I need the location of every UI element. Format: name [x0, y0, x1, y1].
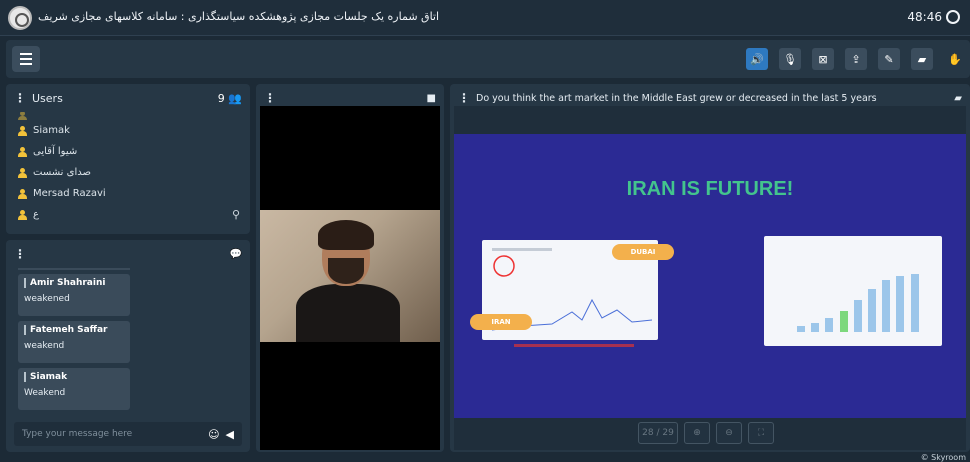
slide-chart-bar	[839, 310, 848, 332]
chat-message-input[interactable]	[22, 429, 203, 439]
zoom-out-button[interactable]: ⊖	[716, 422, 742, 444]
mic-off-icon[interactable]: 🎙	[779, 48, 801, 70]
user-item[interactable]: Siamak	[18, 120, 240, 141]
users-count: 9 👥	[217, 91, 242, 105]
webcam-feed	[260, 210, 440, 342]
slide-title: IRAN IS FUTURE!	[626, 178, 794, 200]
chat-message-author: Amir Shahraini	[24, 278, 124, 288]
folder-icon[interactable]: ▰	[954, 93, 962, 104]
chat-panel-header: ⋮ 💬	[14, 246, 242, 262]
pen-icon[interactable]: ✎	[878, 48, 900, 70]
user-name: Siamak	[33, 125, 70, 136]
chat-message-author: Siamak	[24, 372, 124, 382]
speaker-icon[interactable]: 🔊	[746, 48, 768, 70]
toolbar-tools: 🔊 🎙 ⊠ ⇪ ✎ ▰ ✋	[746, 48, 966, 70]
send-icon[interactable]: ◀	[226, 428, 234, 441]
user-item[interactable]: Mersad Razavi	[18, 183, 240, 204]
slide-chart-bar	[867, 289, 876, 332]
user-name: شیوا آقایی	[33, 146, 78, 157]
presentation-options-icon[interactable]: ⋮	[458, 91, 470, 105]
fullscreen-button[interactable]: ⛶	[748, 422, 774, 444]
user-icon	[18, 167, 27, 178]
video-panel-header: ⋮ ■	[264, 90, 436, 106]
user-name: صدای نشست	[33, 167, 91, 178]
presentation-question: Do you think the art market in the Middl…	[476, 92, 877, 104]
chat-message-text: Weakend	[24, 388, 66, 398]
chat-bubble-icon: 💬	[229, 248, 242, 260]
user-icon	[18, 209, 27, 220]
chat-message: Fatemeh Saffar weakend	[18, 321, 130, 363]
slide-navigation: 28 / 29 ⊕ ⊖ ⛶	[638, 422, 774, 444]
chat-message: Siamak Weakend	[18, 368, 130, 410]
timer-value: 48:46	[907, 10, 942, 24]
pin-icon[interactable]: ⚲	[232, 208, 240, 221]
chat-options-icon[interactable]: ⋮	[14, 247, 26, 261]
presentation-header: ⋮ Do you think the art market in the Mid…	[458, 90, 962, 106]
video-options-icon[interactable]: ⋮	[264, 91, 276, 105]
user-name: ع	[33, 209, 39, 220]
zoom-in-button[interactable]: ⊕	[684, 422, 710, 444]
user-item[interactable]: ع	[18, 204, 240, 225]
chat-message: Amir Shahraini weakened	[18, 274, 130, 316]
dubai-label: DUBAI	[612, 244, 674, 260]
slide-chart-bar	[896, 275, 905, 332]
presentation-panel: ⋮ Do you think the art market in the Mid…	[450, 84, 970, 452]
users-list: Siamak شیوا آقایی صدای نشست Mersad Razavi ع	[18, 112, 240, 225]
users-panel-header: ⋮ Users 9 👥	[14, 90, 242, 106]
chat-input-box: ☺ ◀	[14, 422, 242, 446]
video-camera-icon: ■	[426, 92, 436, 104]
user-name: Mersad Razavi	[33, 188, 106, 199]
folder-icon[interactable]: ▰	[911, 48, 933, 70]
user-icon	[18, 146, 27, 157]
chat-divider	[18, 268, 130, 270]
video-panel: ⋮ ■	[256, 84, 444, 452]
slide-area: IRAN IS FUTURE! DUBAI IRAN 28 / 29 ⊕ ⊖ ⛶	[454, 106, 966, 450]
camera-off-icon[interactable]: ⊠	[812, 48, 834, 70]
emoji-icon[interactable]: ☺	[208, 428, 219, 441]
user-icon	[18, 125, 27, 136]
university-logo	[8, 6, 32, 30]
page-indicator: 28 / 29	[638, 422, 678, 444]
chat-message-text: weakend	[24, 341, 65, 351]
session-timer: 48:46	[907, 10, 960, 24]
room-title: اتاق شماره یک جلسات مجازی پژوهشکده سیاست…	[38, 10, 440, 23]
hamburger-icon	[20, 53, 32, 55]
slide-chart-bar	[853, 300, 862, 332]
chat-panel: ⋮ 💬 Amir Shahraini weakened Fatemeh Saffar…	[6, 240, 250, 452]
bar-chart-screenshot	[764, 236, 942, 346]
video-area	[260, 106, 440, 450]
iran-label: IRAN	[470, 314, 532, 330]
users-title: Users	[32, 91, 63, 105]
slide-chart-bar	[825, 318, 834, 332]
screen-share-icon[interactable]: ⇪	[845, 48, 867, 70]
chat-message-text: weakened	[24, 294, 70, 304]
slide-chart-bar	[811, 322, 820, 332]
users-options-icon[interactable]: ⋮	[14, 91, 26, 105]
slide-chart-bar	[796, 325, 805, 332]
user-item[interactable]: شیوا آقایی	[18, 141, 240, 162]
user-item-partial	[18, 112, 240, 120]
users-panel: ⋮ Users 9 👥 Siamak شیوا آقایی صدای نشست Mer…	[6, 84, 250, 234]
raise-hand-icon[interactable]: ✋	[944, 48, 966, 70]
title-bar: اتاق شماره یک جلسات مجازی پژوهشکده سیاست…	[0, 0, 970, 36]
user-icon	[18, 188, 27, 199]
slide: IRAN IS FUTURE! DUBAI IRAN	[454, 134, 966, 418]
clock-icon	[946, 10, 960, 24]
user-item[interactable]: صدای نشست	[18, 162, 240, 183]
chat-messages: Amir Shahraini weakened Fatemeh Saffar weak…	[18, 274, 130, 415]
bar-chart-bars	[794, 256, 922, 332]
toolbar: 🔊 🎙 ⊠ ⇪ ✎ ▰ ✋	[6, 40, 970, 78]
chat-message-author: Fatemeh Saffar	[24, 325, 124, 335]
slide-chart-bar	[882, 280, 891, 332]
slide-caption	[514, 344, 634, 347]
slide-chart-bar	[910, 274, 919, 332]
menu-button[interactable]	[12, 46, 40, 72]
footer-brand: © Skyroom	[920, 453, 966, 462]
